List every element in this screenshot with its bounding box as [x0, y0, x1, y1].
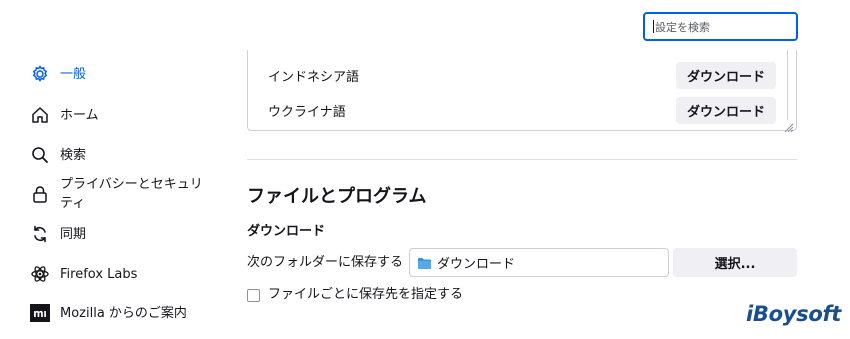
list-item: ウクライナ語 ダウンロード: [268, 96, 776, 124]
flask-icon: [30, 264, 50, 284]
watermark-logo: iBoysoft: [746, 302, 842, 326]
home-icon: [30, 105, 50, 125]
sidebar-item-sync[interactable]: 同期: [30, 224, 86, 244]
downloads-heading: ダウンロード: [247, 224, 326, 239]
ask-save-location-checkbox[interactable]: [247, 288, 260, 302]
sidebar-item-general[interactable]: 一般: [30, 64, 86, 84]
section-divider: [247, 159, 797, 160]
search-input[interactable]: 設定を検索: [643, 12, 798, 41]
sidebar-item-search[interactable]: 検索: [30, 145, 86, 165]
sidebar-item-label: ホーム: [60, 107, 99, 123]
text-caret: [653, 20, 654, 33]
lock-icon: [30, 184, 50, 204]
folder-value: ダウンロード: [437, 257, 516, 272]
mozilla-icon: [30, 303, 50, 323]
language-list[interactable]: インドネシア語 ダウンロード ウクライナ語 ダウンロード: [247, 50, 797, 133]
sidebar-item-label: 同期: [60, 226, 87, 242]
sidebar-item-mozilla[interactable]: Mozilla からのご案内: [30, 303, 187, 323]
gear-icon: [30, 64, 50, 84]
search-icon: [30, 145, 50, 165]
choose-folder-button[interactable]: 選択...: [673, 248, 797, 277]
save-to-label: 次のフォルダーに保存する: [247, 255, 404, 270]
download-language-button[interactable]: ダウンロード: [676, 61, 776, 89]
download-folder-field[interactable]: ダウンロード: [409, 248, 669, 277]
sidebar-item-label: プライバシーとセキュリティ: [60, 177, 203, 211]
sidebar-item-label: Mozilla からのご案内: [60, 305, 187, 321]
scrollbar[interactable]: [787, 50, 788, 120]
language-name: インドネシア語: [268, 69, 360, 85]
sidebar-item-privacy[interactable]: プライバシーとセキュリティ: [30, 175, 220, 213]
sidebar-item-home[interactable]: ホーム: [30, 105, 99, 125]
search-placeholder: 設定を検索: [655, 21, 710, 34]
sidebar-item-label: 一般: [60, 66, 87, 82]
download-language-button[interactable]: ダウンロード: [676, 96, 776, 124]
sidebar: 一般 ホーム 検索 プライバシーとセキュリティ 同期 Firefox Labs: [0, 0, 230, 339]
sync-icon: [30, 224, 50, 244]
ask-save-location-option[interactable]: ファイルごとに保存先を指定する: [247, 286, 463, 304]
section-title: ファイルとプログラム: [247, 186, 427, 207]
ask-save-location-label: ファイルごとに保存先を指定する: [268, 287, 464, 302]
sidebar-item-label: Firefox Labs: [60, 266, 138, 282]
resize-grip-icon[interactable]: [784, 118, 794, 133]
sidebar-item-label: 検索: [60, 147, 87, 163]
list-item: インドネシア語 ダウンロード: [268, 61, 776, 89]
sidebar-item-firefox-labs[interactable]: Firefox Labs: [30, 264, 137, 284]
language-name: ウクライナ語: [268, 104, 346, 120]
folder-icon: [418, 257, 431, 269]
